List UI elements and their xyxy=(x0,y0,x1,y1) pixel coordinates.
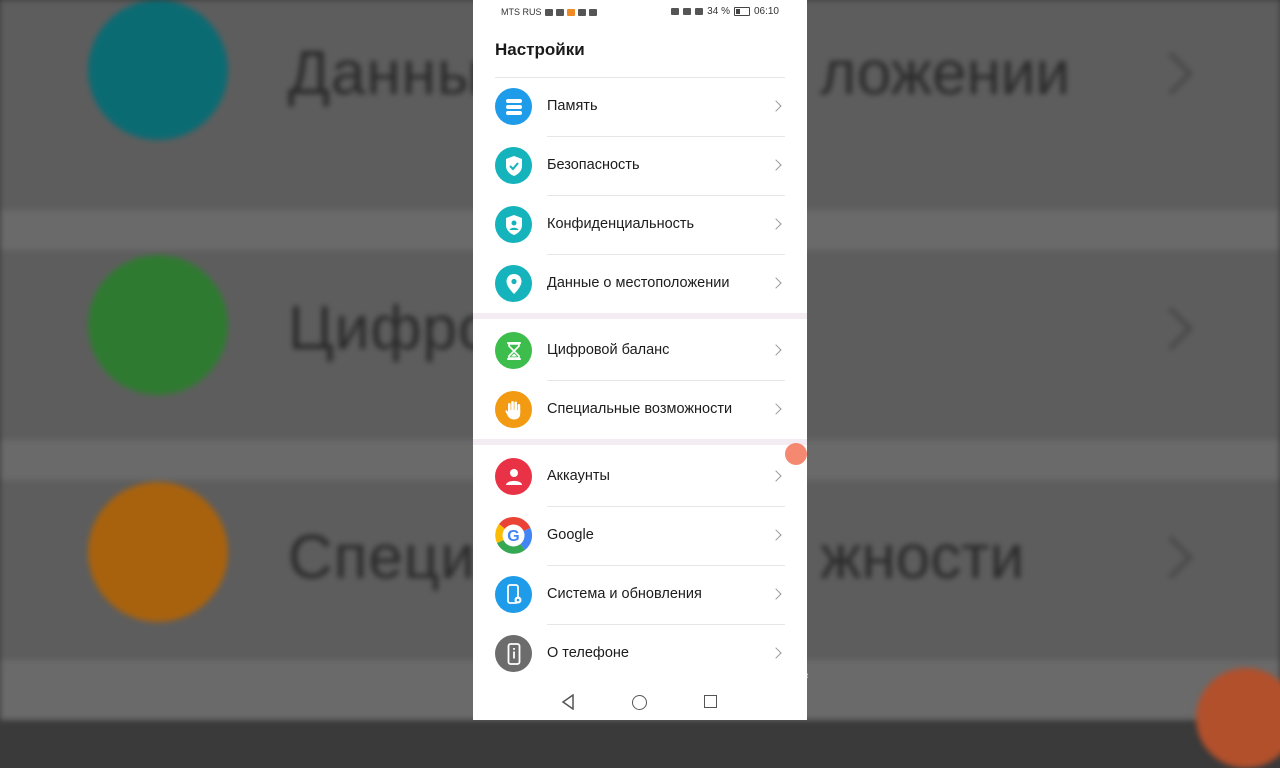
clock: 06:10 xyxy=(753,6,779,17)
settings-item-system-updates[interactable]: Система и обновления xyxy=(473,565,807,624)
settings-item-security[interactable]: Безопасность xyxy=(473,136,807,195)
settings-item-label: О телефоне xyxy=(547,645,629,661)
settings-group-1: Память Безопасность Конфиденциальность Д… xyxy=(473,77,807,313)
bg-hourglass-icon xyxy=(88,255,228,395)
recent-apps-icon[interactable] xyxy=(704,695,717,708)
youtube-icon xyxy=(588,8,597,16)
back-icon[interactable] xyxy=(561,694,575,710)
bg-text-1: Данны xyxy=(288,39,483,108)
shield-check-icon xyxy=(495,147,532,184)
chevron-right-icon xyxy=(770,529,782,541)
settings-item-memory[interactable]: Память xyxy=(473,77,807,136)
bg-location-icon xyxy=(88,0,228,140)
chevron-right-icon xyxy=(770,344,782,356)
chevron-right-icon xyxy=(770,588,782,600)
svg-text:G: G xyxy=(507,528,519,545)
settings-item-digital-balance[interactable]: Цифровой баланс xyxy=(473,321,807,380)
watermark-sub: SCREEN RECORDER xyxy=(730,673,809,680)
carrier-label: MTS RUS xyxy=(501,7,542,17)
recorder-watermark: VIVA SCREEN RECORDER xyxy=(730,658,809,680)
recorder-icon xyxy=(566,8,575,16)
settings-item-privacy[interactable]: Конфиденциальность xyxy=(473,195,807,254)
chevron-right-icon xyxy=(770,277,782,289)
bg-text-3-right: жности xyxy=(820,523,1025,592)
bg-chevron-icon xyxy=(1149,51,1194,96)
settings-item-label: Память xyxy=(547,98,598,114)
bg-hand-icon xyxy=(88,482,228,622)
telegram-icon xyxy=(577,8,586,16)
home-icon[interactable] xyxy=(632,695,647,710)
hand-icon xyxy=(495,391,532,428)
chevron-right-icon xyxy=(770,100,782,112)
privacy-shield-icon xyxy=(495,206,532,243)
nfc-icon xyxy=(683,8,692,15)
location-pin-icon xyxy=(495,265,532,302)
chevron-right-icon xyxy=(770,403,782,415)
settings-item-label: Конфиденциальность xyxy=(547,216,695,232)
settings-item-label: Безопасность xyxy=(547,157,640,173)
battery-percent: 34 % xyxy=(707,6,730,17)
bg-text-1-right: ложении xyxy=(820,39,1071,108)
settings-item-label: Данные о местоположении xyxy=(547,275,730,291)
bg-chevron-icon xyxy=(1149,306,1194,351)
phone-settings-icon xyxy=(495,576,532,613)
bg-record-dot xyxy=(1196,668,1280,768)
chevron-right-icon xyxy=(770,159,782,171)
group-divider xyxy=(473,439,807,445)
floating-record-button[interactable] xyxy=(785,443,807,465)
phone-screen: MTS RUS 34 % 06:10 Настройки Память Безо… xyxy=(473,0,807,720)
battery-icon xyxy=(733,7,750,16)
settings-item-label: Google xyxy=(547,527,594,543)
signal-icon xyxy=(544,8,553,16)
bg-chevron-icon xyxy=(1149,535,1194,580)
chevron-right-icon xyxy=(770,470,782,482)
settings-item-accessibility[interactable]: Специальные возможности xyxy=(473,380,807,439)
settings-item-accounts[interactable]: Аккаунты xyxy=(473,447,807,506)
hourglass-icon xyxy=(495,332,532,369)
group-divider xyxy=(473,313,807,319)
navigation-bar xyxy=(473,684,807,720)
status-bar: MTS RUS 34 % 06:10 xyxy=(473,0,807,24)
settings-group-2: Цифровой баланс Специальные возможности xyxy=(473,321,807,439)
settings-item-label: Аккаунты xyxy=(547,468,610,484)
google-icon: G xyxy=(495,517,532,554)
phone-info-icon xyxy=(495,635,532,672)
settings-item-label: Специальные возможности xyxy=(547,401,733,417)
settings-item-label: Система и обновления xyxy=(547,586,702,602)
storage-icon xyxy=(495,88,532,125)
account-icon xyxy=(495,458,532,495)
video-icon xyxy=(555,8,564,16)
settings-item-label: Цифровой баланс xyxy=(547,342,670,358)
watermark-brand: VIVA xyxy=(752,657,787,674)
settings-item-location[interactable]: Данные о местоположении xyxy=(473,254,807,313)
chevron-right-icon xyxy=(770,218,782,230)
alarm-icon xyxy=(695,8,704,15)
settings-group-3: Аккаунты G Google Система и обновления О… xyxy=(473,447,807,683)
settings-item-google[interactable]: G Google xyxy=(473,506,807,565)
page-title: Настройки xyxy=(495,40,585,59)
cast-icon xyxy=(671,8,680,15)
